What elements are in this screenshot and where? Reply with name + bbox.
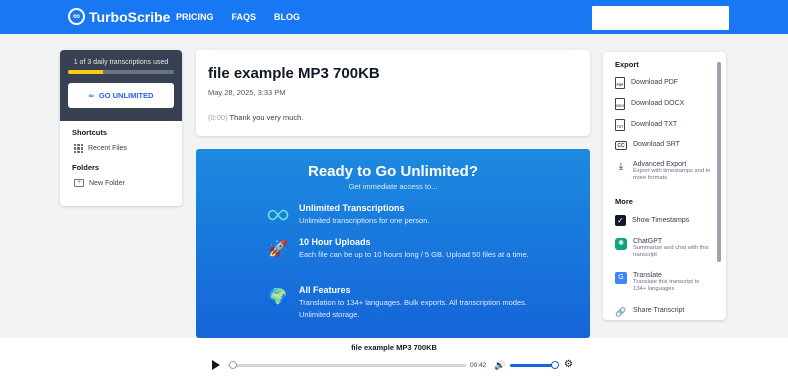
scrollbar-thumb[interactable] (717, 62, 721, 262)
promo-subtitle: Get immediate access to... (348, 182, 438, 191)
recent-files-link[interactable]: Recent Files (60, 137, 182, 153)
download-srt-button[interactable]: CC Download SRT (615, 141, 680, 150)
chatgpt-button[interactable]: ✺ ChatGPT Summarize and chat with this t… (615, 238, 713, 259)
link-icon: 🔗 (615, 307, 627, 317)
share-transcript-label: Share Transcript (633, 307, 685, 314)
translate-label: Translate (633, 272, 662, 279)
translate-button[interactable]: G Translate Translate this transcript to… (615, 272, 713, 293)
infinity-icon: ∞ (88, 91, 94, 100)
feature-all: 🌍 All Features Translation to 134+ langu… (266, 285, 529, 321)
main-nav: PRICING FAQS BLOG (176, 12, 300, 22)
feature-text: Unlimited transcriptions for one person. (299, 216, 430, 225)
nav-blog[interactable]: BLOG (274, 12, 300, 22)
segment-timestamp[interactable]: (0:00) (208, 113, 228, 122)
new-folder-link[interactable]: + New Folder (60, 172, 182, 187)
export-panel-scrollbar[interactable] (717, 56, 722, 318)
feature-title: All Features (299, 285, 351, 295)
usage-progress-bar (68, 70, 174, 74)
audio-player: file example MP3 700KB 00:42 🔊 ⚙ (0, 338, 788, 378)
feature-text: Each file can be up to 10 hours long / 5… (299, 250, 529, 259)
recent-files-label: Recent Files (88, 145, 127, 152)
go-unlimited-label: GO UNLIMITED (98, 91, 154, 100)
folders-heading: Folders (72, 163, 100, 172)
player-title: file example MP3 700KB (351, 343, 437, 352)
seek-bar[interactable] (228, 364, 466, 367)
brand-name: TurboScribe (89, 8, 171, 25)
translate-desc: Translate this transcript to 134+ langua… (633, 279, 700, 292)
left-sidebar: 1 of 3 daily transcriptions used ∞ GO UN… (60, 50, 182, 206)
top-nav-bar: ∞ TurboScribe PRICING FAQS BLOG (0, 0, 788, 34)
advanced-export-desc: Export with timestamps and in more forma… (633, 168, 711, 181)
usage-text: 1 of 3 daily transcriptions used (73, 59, 169, 66)
transcript-card: file example MP3 700KB May 28, 2025, 3:3… (196, 50, 590, 136)
transcript-segment[interactable]: (0:00) Thank you very much. (208, 113, 303, 122)
pdf-file-icon: PDF (615, 77, 625, 89)
download-docx-button[interactable]: DOCX Download DOCX (615, 98, 684, 110)
download-txt-label: Download TXT (631, 121, 678, 128)
header-search-box[interactable] (592, 6, 729, 30)
advanced-export-label: Advanced Export (633, 161, 687, 168)
show-timestamps-toggle[interactable]: ✓ Show Timestamps (615, 215, 689, 226)
volume-icon[interactable]: 🔊 (494, 360, 505, 371)
more-heading: More (615, 197, 633, 206)
usage-progress-fill (68, 70, 103, 74)
chatgpt-label: ChatGPT (633, 238, 663, 245)
transcript-title: file example MP3 700KB (208, 65, 380, 82)
chatgpt-desc: Summarize and chat with this transcript (633, 245, 709, 258)
feature-title: Unlimited Transcriptions (299, 203, 405, 213)
captions-icon: CC (615, 141, 627, 150)
download-docx-label: Download DOCX (631, 100, 685, 107)
checkbox-checked-icon[interactable]: ✓ (615, 215, 626, 226)
usage-panel: 1 of 3 daily transcriptions used ∞ GO UN… (60, 50, 182, 121)
play-icon[interactable] (212, 360, 220, 370)
chatgpt-icon: ✺ (615, 238, 627, 250)
download-pdf-label: Download PDF (631, 79, 679, 86)
download-txt-button[interactable]: TXT Download TXT (615, 119, 677, 131)
feature-title: 10 Hour Uploads (299, 237, 371, 247)
export-panel: Export PDF Download PDF DOCX Download DO… (603, 52, 726, 320)
transcript-date: May 28, 2025, 3:33 PM (208, 88, 286, 97)
feature-unlimited: Unlimited Transcriptions Unlimited trans… (266, 203, 529, 227)
segment-text: Thank you very much. (229, 113, 304, 122)
export-heading: Export (615, 60, 639, 69)
volume-handle[interactable] (551, 361, 559, 369)
shortcuts-heading: Shortcuts (72, 128, 108, 137)
download-srt-label: Download SRT (633, 141, 680, 148)
infinity-logo-icon: ∞ (68, 8, 85, 25)
folder-plus-icon: + (74, 179, 84, 187)
download-pdf-button[interactable]: PDF Download PDF (615, 77, 678, 89)
volume-slider[interactable] (510, 364, 556, 367)
seek-handle[interactable] (229, 361, 237, 369)
nav-faqs[interactable]: FAQS (232, 12, 257, 22)
docx-file-icon: DOCX (615, 98, 625, 110)
new-folder-label: New Folder (89, 179, 125, 187)
feature-uploads: 🚀 10 Hour Uploads Each file can be up to… (266, 237, 529, 261)
gear-icon[interactable]: ⚙ (564, 359, 573, 370)
txt-file-icon: TXT (615, 119, 625, 131)
upgrade-promo: Ready to Go Unlimited? Get immediate acc… (196, 149, 590, 338)
show-timestamps-label: Show Timestamps (632, 217, 690, 224)
player-time: 00:42 (470, 362, 487, 369)
infinity-icon (266, 203, 290, 227)
globe-icon: 🌍 (268, 289, 288, 306)
nav-pricing[interactable]: PRICING (176, 12, 214, 22)
translate-icon: G (615, 272, 627, 284)
go-unlimited-button[interactable]: ∞ GO UNLIMITED (68, 83, 174, 108)
share-transcript-button[interactable]: 🔗 Share Transcript (615, 307, 684, 318)
brand-logo[interactable]: ∞ TurboScribe (68, 8, 170, 25)
feature-text: Translation to 134+ languages. Bulk expo… (299, 298, 527, 319)
grid-icon (74, 144, 83, 153)
promo-title: Ready to Go Unlimited? (307, 163, 478, 180)
advanced-export-button[interactable]: ⤓ Advanced Export Export with timestamps… (615, 161, 711, 182)
download-icon: ⤓ (618, 161, 624, 172)
rocket-icon: 🚀 (268, 241, 288, 258)
